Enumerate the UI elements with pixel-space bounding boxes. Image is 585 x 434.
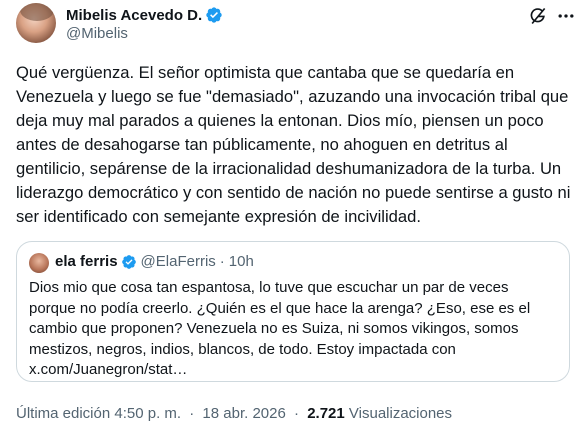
quoted-tweet-text: Dios mio que cosa tan espantosa, lo tuve… <box>29 279 531 378</box>
post-date[interactable]: 18 abr. 2026 <box>202 405 285 422</box>
tweet-meta: Última edición 4:50 p. m. · 18 abr. 2026… <box>16 405 452 422</box>
tweet-card: Mibelis Acevedo D. @Mibelis Qué vergüenz… <box>0 0 585 434</box>
quoted-author-handle: @ElaFerris <box>140 253 216 270</box>
quoted-author-avatar <box>29 253 49 273</box>
separator-dot: · <box>294 405 300 422</box>
more-options-icon[interactable] <box>556 6 576 26</box>
separator-dot: · <box>189 405 195 422</box>
quoted-tweet[interactable]: ela ferris @ElaFerris · 10h Dios mio que… <box>16 241 570 382</box>
views-count: 2.721 <box>307 405 345 422</box>
quoted-tweet-time[interactable]: 10h <box>229 253 254 270</box>
verified-badge-icon <box>206 7 222 23</box>
tweet-text: Qué vergüenza. El señor optimista que ca… <box>16 63 571 226</box>
quoted-author-name: ela ferris <box>55 253 118 270</box>
author-name[interactable]: Mibelis Acevedo D. <box>66 7 202 24</box>
author-handle[interactable]: @Mibelis <box>66 25 128 42</box>
grok-icon[interactable] <box>528 6 548 26</box>
author-avatar[interactable] <box>16 3 56 43</box>
author-name-row[interactable]: Mibelis Acevedo D. <box>66 6 223 24</box>
views-label: Visualizaciones <box>348 405 453 422</box>
quoted-tweet-header: ela ferris @ElaFerris · 10h <box>55 253 254 270</box>
separator-dot: · <box>219 253 225 270</box>
verified-badge-icon <box>121 254 136 269</box>
edited-timestamp[interactable]: Última edición 4:50 p. m. <box>16 405 181 422</box>
